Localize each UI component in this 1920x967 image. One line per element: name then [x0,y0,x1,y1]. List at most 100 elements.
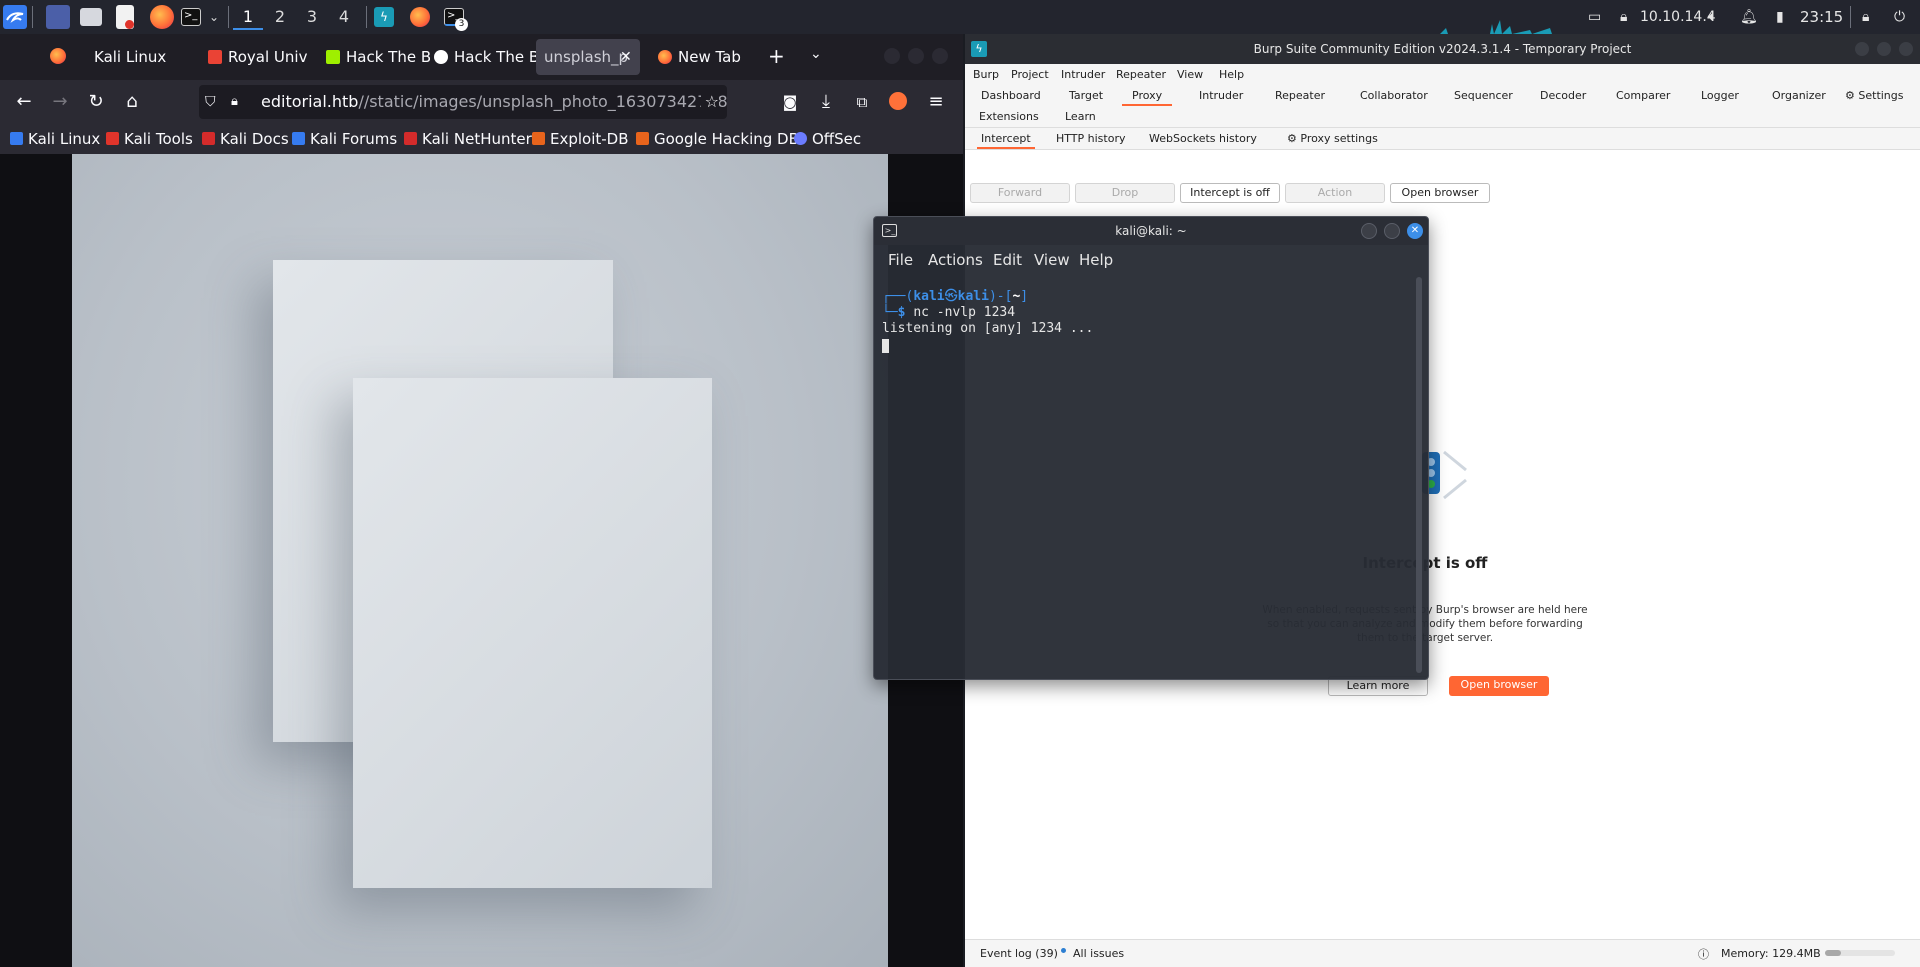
close-button[interactable] [932,48,948,64]
workspace-2[interactable]: 2 [265,4,295,30]
close-button[interactable] [1899,42,1913,56]
chevron-down-icon[interactable]: ⌄ [204,4,224,30]
firefox-icon[interactable] [410,7,430,27]
bookmark-star-icon[interactable]: ☆ [700,85,719,119]
tab-logger[interactable]: Logger [1701,86,1739,106]
close-tab-icon[interactable]: ✕ [620,39,632,75]
menu-project[interactable]: Project [1011,68,1049,81]
display-icon[interactable]: ▭ [1588,0,1601,34]
notification-bell-icon[interactable]: 🔔︎ [1740,0,1758,34]
menu-help[interactable]: Help [1219,68,1244,81]
tab-unsplash[interactable]: unsplash_p ✕ [536,39,640,75]
menu-view[interactable]: View [1034,251,1070,269]
tab-extensions[interactable]: Extensions [979,107,1039,127]
reload-icon[interactable]: ↻ [82,88,110,116]
tab-royal-univ[interactable]: Royal Univ [198,39,312,75]
maximize-button[interactable] [1384,223,1400,239]
tab-target[interactable]: Target [1069,86,1103,106]
foxyproxy-icon[interactable] [884,88,912,116]
power-icon[interactable]: ⏻ [1894,0,1905,34]
vpn-icon[interactable]: 🔒︎ [1620,0,1627,34]
shield-icon[interactable]: ⛉ [205,85,216,119]
subtab-websockets-history[interactable]: WebSockets history [1149,131,1257,149]
intercept-toggle-button[interactable]: Intercept is off [1180,183,1280,203]
list-all-tabs-chevron-icon[interactable]: ⌄ [810,46,822,62]
tab-hack-the-box-2[interactable]: Hack The B [424,39,538,75]
tab-comparer[interactable]: Comparer [1616,86,1670,106]
hamburger-menu-icon[interactable]: ≡ [922,88,950,116]
menu-view[interactable]: View [1177,68,1203,81]
menu-repeater[interactable]: Repeater [1116,68,1166,81]
new-tab-plus-icon[interactable]: + [768,44,785,68]
tab-new-tab[interactable]: New Tab [648,39,758,75]
menu-edit[interactable]: Edit [993,251,1022,269]
battery-icon[interactable]: ▮ [1776,0,1784,34]
bookmark-kali-docs[interactable]: Kali Docs [202,128,289,150]
open-browser-button[interactable]: Open browser [1390,183,1490,203]
tab-repeater[interactable]: Repeater [1275,86,1325,106]
lock-screen-icon[interactable]: 🔒︎ [1862,0,1869,34]
pocket-icon[interactable]: ◙ [776,88,804,116]
minimize-button[interactable] [1855,42,1869,56]
bookmark-kali-tools[interactable]: Kali Tools [106,128,193,150]
bookmark-kali-linux[interactable]: Kali Linux [10,128,100,150]
tab-proxy[interactable]: Proxy [1122,86,1173,106]
bookmark-kali-forums[interactable]: Kali Forums [292,128,397,150]
bookmark-exploit-db[interactable]: Exploit-DB [532,128,629,150]
workspace-3[interactable]: 3 [297,4,327,30]
kali-menu-icon[interactable] [3,5,27,29]
action-button[interactable]: Action [1285,183,1385,203]
menu-actions[interactable]: Actions [928,251,983,269]
tab-settings[interactable]: ⚙ Settings [1845,86,1904,106]
tab-intruder[interactable]: Intruder [1199,86,1243,106]
minimize-button[interactable] [884,48,900,64]
terminal-icon[interactable]: >_ [181,8,201,26]
forward-arrow-icon[interactable]: → [46,88,74,116]
firefox-icon[interactable] [150,5,174,29]
tab-sequencer[interactable]: Sequencer [1454,86,1513,106]
all-issues-link[interactable]: All issues [1073,947,1124,960]
subtab-proxy-settings[interactable]: ⚙ Proxy settings [1287,131,1378,149]
page-info-icon[interactable]: 🔒︎ [231,85,238,119]
minimize-button[interactable] [1361,223,1377,239]
bookmark-offsec[interactable]: OffSec [794,128,861,150]
tab-decoder[interactable]: Decoder [1540,86,1586,106]
firefox-view-icon[interactable] [50,48,66,64]
drop-button[interactable]: Drop [1075,183,1175,203]
workspace-1[interactable]: 1 [233,4,263,30]
tab-learn[interactable]: Learn [1065,107,1096,127]
burp-icon[interactable]: ϟ [374,7,394,27]
files-icon[interactable] [80,8,102,26]
desktop-icon[interactable] [46,5,70,29]
downloads-icon[interactable]: ⤓ [812,88,840,116]
menu-intruder[interactable]: Intruder [1061,68,1105,81]
url-bar[interactable]: ⛉ 🔒︎ editorial.htb//static/images/unspla… [199,85,727,119]
tab-kali-linux[interactable]: Kali Linux [82,39,194,75]
maximize-button[interactable] [1877,42,1891,56]
bookmark-google-hacking-db[interactable]: Google Hacking DB [636,128,799,150]
menu-file[interactable]: File [888,251,913,269]
tab-dashboard[interactable]: Dashboard [981,86,1041,106]
bookmark-kali-nethunter[interactable]: Kali NetHunter [404,128,532,150]
workspace-4[interactable]: 4 [329,4,359,30]
forward-button[interactable]: Forward [970,183,1070,203]
menu-burp[interactable]: Burp [973,68,999,81]
tab-collaborator[interactable]: Collaborator [1360,86,1428,106]
tab-hack-the-box-1[interactable]: Hack The B [316,39,430,75]
maximize-button[interactable] [908,48,924,64]
subtab-intercept[interactable]: Intercept [977,131,1035,149]
volume-icon[interactable]: 🔈︎ [1708,0,1716,34]
terminal-output[interactable]: ┌──(kali㉿kali)-[~] └─$ nc -nvlp 1234 liste… [882,289,1412,669]
open-browser-cta-button[interactable]: Open browser [1449,676,1549,696]
clock[interactable]: 23:15 [1800,0,1843,34]
text-editor-icon[interactable] [116,5,134,29]
close-button[interactable]: ✕ [1407,223,1423,239]
subtab-http-history[interactable]: HTTP history [1056,131,1125,149]
event-log-link[interactable]: Event log (39) [980,947,1067,960]
home-icon[interactable]: ⌂ [118,88,146,116]
terminal-scrollbar[interactable] [1416,277,1422,673]
menu-help[interactable]: Help [1079,251,1113,269]
extensions-icon[interactable]: ⧉ [848,88,876,116]
tab-organizer[interactable]: Organizer [1772,86,1826,106]
back-arrow-icon[interactable]: ← [10,88,38,116]
